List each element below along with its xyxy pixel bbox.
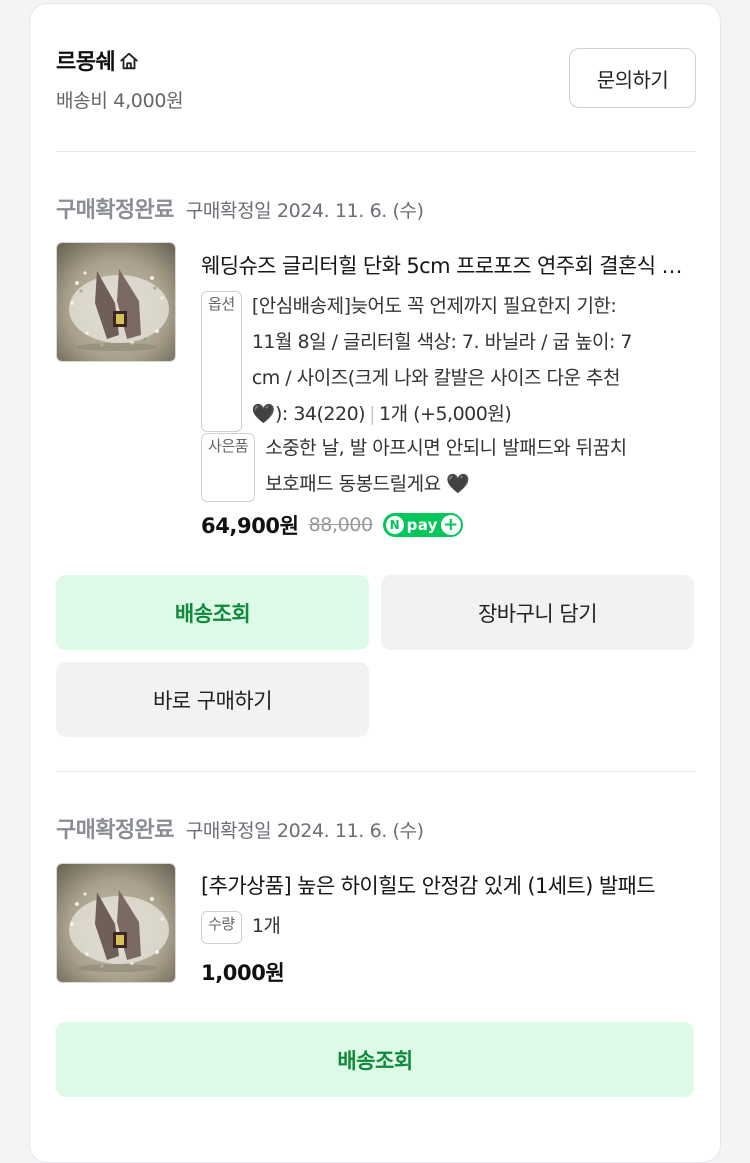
npay-badge: N pay + (382, 513, 463, 537)
quantity-tag: 수량 (201, 911, 242, 944)
divider (56, 771, 696, 772)
option-text: [안심배송제]늦어도 꼭 언제까지 필요한지 기한: 11월 8일 / 글리터힐… (251, 288, 633, 432)
gift-line: 보호패드 동봉드릴게요 🖤 (265, 473, 470, 495)
option-block: 옵션 [안심배송제]늦어도 꼭 언제까지 필요한지 기한: 11월 8일 / 글… (201, 288, 696, 432)
separator: | (369, 403, 375, 425)
option-line-last: 🖤): 34(220) | 1개 (+5,000원) (252, 396, 632, 432)
buy-now-button[interactable]: 바로 구매하기 (56, 662, 369, 737)
product-title[interactable]: 웨딩슈즈 글리터힐 단화 5cm 프로포즈 연주회 결혼식 구두 (201, 250, 691, 280)
divider (56, 151, 696, 152)
plus-icon: + (440, 515, 461, 535)
npay-label: pay (406, 516, 438, 534)
order-card: 르몽쉐 배송비 4,000원 문의하기 구매확정완료 구매확정일 2024. 1… (29, 3, 721, 1163)
original-price: 88,000 (308, 514, 373, 536)
gift-text: 소중한 날, 발 아프시면 안되니 발패드와 뒤꿈치 보호패드 동봉드릴게요 🖤 (265, 430, 627, 502)
product-thumbnail[interactable] (56, 242, 176, 362)
order-status-row: 구매확정완료 구매확정일 2024. 11. 6. (수) (56, 812, 424, 844)
quantity-value: 1개 (251, 915, 281, 937)
option-line: [안심배송제]늦어도 꼭 언제까지 필요한지 기한: (251, 295, 617, 317)
store-name[interactable]: 르몽쉐 (56, 44, 116, 76)
option-line: cm / 사이즈(크게 나와 칼발은 사이즈 다운 추천 (251, 367, 621, 389)
price-row: 1,000원 (201, 957, 285, 987)
confirm-date: 구매확정일 2024. 11. 6. (수) (185, 200, 424, 222)
order-status: 구매확정완료 (56, 818, 174, 843)
price: 1,000원 (201, 961, 285, 985)
home-icon[interactable] (118, 50, 140, 72)
store-header: 르몽쉐 배송비 4,000원 문의하기 (56, 44, 696, 124)
confirm-date: 구매확정일 2024. 11. 6. (수) (185, 820, 424, 842)
quantity-block: 수량 1개 (201, 908, 696, 944)
option-price: (+5,000원) (413, 403, 512, 425)
inquiry-button[interactable]: 문의하기 (569, 48, 696, 108)
product-image (57, 243, 175, 361)
option-tag: 옵션 (201, 291, 242, 432)
price: 64,900원 (201, 514, 299, 538)
gift-tag: 사은품 (201, 433, 256, 502)
option-line: 🖤): 34(220) (251, 403, 366, 425)
option-line: 11월 8일 / 글리터힐 색상: 7. 바닐라 / 굽 높이: 7 (251, 331, 633, 353)
order-status: 구매확정완료 (56, 198, 174, 223)
option-quantity: 1개 (379, 403, 408, 425)
npay-n-icon: N (385, 516, 404, 534)
track-delivery-button[interactable]: 배송조회 (56, 1022, 694, 1097)
price-row: 64,900원 88,000 N pay + (201, 510, 463, 540)
add-to-cart-button[interactable]: 장바구니 담기 (381, 575, 694, 650)
track-delivery-button[interactable]: 배송조회 (56, 575, 369, 650)
gift-line: 소중한 날, 발 아프시면 안되니 발패드와 뒤꿈치 (265, 437, 627, 459)
product-thumbnail[interactable] (56, 863, 176, 983)
order-status-row: 구매확정완료 구매확정일 2024. 11. 6. (수) (56, 192, 424, 224)
product-image (57, 864, 175, 982)
gift-block: 사은품 소중한 날, 발 아프시면 안되니 발패드와 뒤꿈치 보호패드 동봉드릴… (201, 430, 696, 502)
product-title[interactable]: [추가상품] 높은 하이힐도 안정감 있게 (1세트) 발패드 (201, 870, 691, 900)
